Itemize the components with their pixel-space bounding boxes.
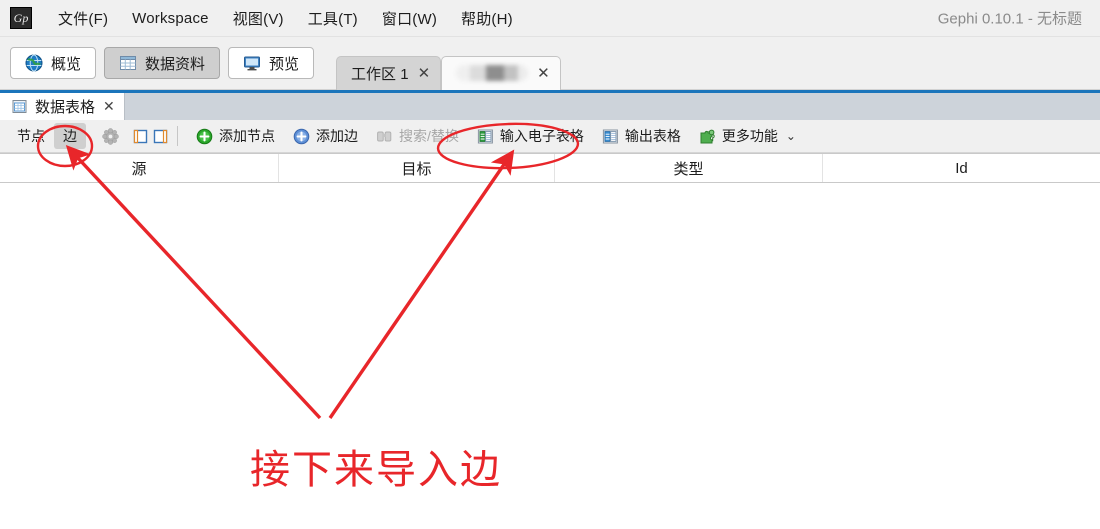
search-replace-button[interactable]: 搜索/替换 [367, 126, 468, 146]
close-icon[interactable]: ✕ [103, 98, 115, 115]
add-node-icon [196, 128, 213, 145]
toggle-nodes[interactable]: 节点 [8, 123, 54, 149]
column-box-icon[interactable] [133, 129, 148, 144]
more-functions-label: 更多功能 [721, 128, 778, 144]
annotation-text: 接下来导入边 [250, 448, 502, 492]
menu-item-view[interactable]: 视图(V) [221, 4, 296, 33]
import-spreadsheet-button[interactable]: 输入电子表格 [468, 126, 593, 146]
table-header-row: 源 目标 类型 Id [0, 153, 1100, 183]
column-header-source[interactable]: 源 [0, 154, 279, 182]
import-spreadsheet-icon [477, 128, 494, 145]
close-icon[interactable]: ✕ [418, 66, 431, 81]
globe-icon [25, 54, 43, 72]
column-header-id[interactable]: Id [823, 154, 1100, 182]
workspace-tab-strip: 工作区 1 ✕ ✕ [336, 37, 561, 90]
search-replace-label: 搜索/替换 [399, 128, 459, 144]
export-table-button[interactable]: 输出表格 [593, 126, 690, 146]
panel-tab-data-table-label: 数据表格 [35, 99, 96, 116]
mode-button-overview-label: 概览 [51, 55, 82, 73]
mode-button-preview-label: 预览 [269, 55, 300, 73]
mode-button-data-laboratory-label: 数据资料 [145, 55, 206, 73]
data-table-toolbar: 节点 边 添加节点 添加边 搜索/替换 输入电子表格 输出表格 更多功能 ⌄ [0, 120, 1100, 153]
add-node-label: 添加节点 [219, 128, 275, 144]
gear-icon[interactable] [102, 127, 119, 145]
menu-item-file[interactable]: 文件(F) [46, 4, 120, 33]
add-edge-icon [293, 128, 310, 145]
data-table: 源 目标 类型 Id [0, 153, 1100, 513]
workspace-tab-1-label: 工作区 1 [351, 65, 409, 83]
table-icon [119, 54, 137, 72]
table-window-icon [12, 99, 27, 114]
mode-button-overview[interactable]: 概览 [10, 47, 97, 79]
import-spreadsheet-label: 输入电子表格 [499, 128, 584, 144]
table-body-empty[interactable] [0, 183, 1100, 513]
app-logo-icon: Gp [10, 7, 32, 29]
add-edge-label: 添加边 [316, 128, 358, 144]
menu-item-tools[interactable]: 工具(T) [296, 4, 370, 33]
workspace-tab-1[interactable]: 工作区 1 ✕ [336, 55, 442, 90]
window-title: Gephi 0.10.1 - 无标题 [937, 10, 1082, 28]
add-node-button[interactable]: 添加节点 [187, 126, 284, 146]
export-table-icon [602, 128, 619, 145]
toolbar-separator [177, 126, 178, 146]
toggle-edges[interactable]: 边 [54, 123, 86, 149]
chevron-down-icon[interactable]: ⌄ [786, 129, 796, 143]
puzzle-icon [699, 128, 716, 145]
column-header-type[interactable]: 类型 [555, 154, 823, 182]
workspace-tab-2[interactable]: ✕ [441, 55, 561, 90]
menu-item-workspace[interactable]: Workspace [120, 6, 221, 31]
more-functions-button[interactable]: 更多功能 ⌄ [690, 126, 805, 146]
column-header-target[interactable]: 目标 [279, 154, 555, 182]
menu-item-window[interactable]: 窗口(W) [370, 4, 449, 33]
menu-item-help[interactable]: 帮助(H) [449, 4, 525, 33]
mode-button-preview[interactable]: 预览 [228, 47, 315, 79]
column-box-icon[interactable] [153, 129, 168, 144]
search-replace-icon [376, 128, 393, 145]
panel-tab-bar: 数据表格 ✕ [0, 90, 1100, 120]
export-table-label: 输出表格 [624, 128, 681, 144]
add-edge-button[interactable]: 添加边 [284, 126, 367, 146]
mode-button-data-laboratory[interactable]: 数据资料 [104, 47, 221, 79]
monitor-icon [243, 54, 261, 72]
menu-bar: Gp 文件(F) Workspace 视图(V) 工具(T) 窗口(W) 帮助(… [0, 0, 1100, 37]
close-icon[interactable]: ✕ [537, 66, 550, 81]
workspace-tab-2-redacted-label [456, 65, 529, 81]
mode-bar: 概览 数据资料 预览 工作区 1 ✕ ✕ [0, 37, 1100, 90]
panel-tab-data-table[interactable]: 数据表格 ✕ [0, 93, 125, 120]
